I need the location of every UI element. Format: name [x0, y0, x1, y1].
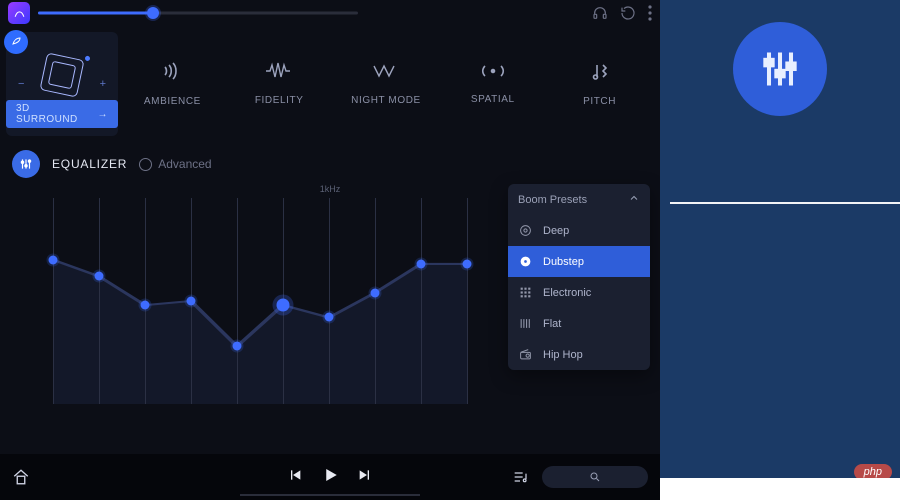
eq-band[interactable]: [53, 198, 54, 404]
top-bar: [0, 0, 660, 26]
preset-item-flat[interactable]: Flat: [508, 308, 650, 339]
right-panel: php: [660, 0, 900, 500]
presets-header[interactable]: Boom Presets: [508, 184, 650, 215]
refresh-icon[interactable]: [620, 5, 636, 21]
playlist-icon[interactable]: [512, 469, 528, 485]
effect-fidelity[interactable]: FIDELITY: [227, 32, 332, 136]
effect-label: AMBIENCE: [144, 96, 201, 107]
effect-spatial[interactable]: SPATIAL: [440, 32, 545, 136]
eq-band[interactable]: [99, 198, 100, 404]
menu-dots-icon[interactable]: [648, 5, 652, 21]
next-track-icon[interactable]: [357, 467, 373, 488]
eq-handle[interactable]: [141, 301, 150, 310]
plus-icon: +: [100, 78, 106, 90]
radio-icon: [518, 348, 533, 361]
preset-item-hip-hop[interactable]: Hip Hop: [508, 339, 650, 370]
cube-icon: [39, 52, 84, 97]
grid-icon: [518, 286, 533, 299]
home-icon[interactable]: [12, 468, 30, 486]
presets-dropdown[interactable]: Boom Presets Deep Dubstep Electronic Flat Hi…: [508, 184, 650, 370]
effect-ambience[interactable]: AMBIENCE: [120, 32, 225, 136]
bars-icon: [518, 317, 533, 330]
minus-icon: −: [18, 78, 24, 90]
footer-box: [660, 478, 900, 500]
prev-track-icon[interactable]: [287, 467, 303, 488]
eq-handle[interactable]: [95, 272, 104, 281]
advanced-toggle[interactable]: Advanced: [139, 157, 211, 171]
presets-title: Boom Presets: [518, 194, 587, 206]
eq-band[interactable]: [237, 198, 238, 404]
effect-label: PITCH: [583, 96, 616, 107]
preset-item-electronic[interactable]: Electronic: [508, 277, 650, 308]
chevron-up-icon: [628, 192, 640, 207]
effect-pitch[interactable]: PITCH: [547, 32, 652, 136]
preset-item-deep[interactable]: Deep: [508, 215, 650, 246]
preset-label: Electronic: [543, 287, 591, 299]
radio-icon: [139, 158, 152, 171]
preset-item-dubstep[interactable]: Dubstep: [508, 246, 650, 277]
feather-icon: [4, 30, 28, 54]
progress-track[interactable]: [240, 494, 420, 496]
equalizer-body: 1kHz Boom Presets Deep Dubstep Electronic F…: [10, 184, 650, 414]
3d-surround-button[interactable]: 3D SURROUND→: [6, 100, 118, 128]
effect-label: FIDELITY: [255, 95, 304, 106]
advanced-label: Advanced: [158, 157, 211, 171]
ambience-icon: [160, 61, 184, 86]
eq-handle[interactable]: [277, 299, 290, 312]
preset-label: Hip Hop: [543, 349, 583, 361]
effects-row: − + 3D SURROUND→ AMBIENCE FIDELITY: [0, 26, 660, 136]
transport-controls: [287, 466, 373, 489]
effect-label: SPATIAL: [471, 94, 515, 105]
headphones-icon[interactable]: [592, 5, 608, 21]
eq-handle[interactable]: [233, 342, 242, 351]
search-icon: [589, 471, 601, 483]
play-icon[interactable]: [321, 466, 339, 489]
equalizer-toggle[interactable]: [12, 150, 40, 178]
eq-handle[interactable]: [49, 255, 58, 264]
eq-band[interactable]: [329, 198, 330, 404]
app-logo-icon: [8, 2, 30, 24]
eq-handle[interactable]: [417, 259, 426, 268]
fidelity-icon: [265, 62, 293, 85]
night-mode-icon: [373, 62, 399, 85]
effect-label: NIGHT MODE: [351, 95, 421, 106]
eq-band[interactable]: [467, 198, 468, 404]
equalizer-title: EQUALIZER: [52, 157, 127, 171]
eq-handle[interactable]: [371, 288, 380, 297]
eq-area[interactable]: [30, 198, 490, 404]
preset-label: Flat: [543, 318, 561, 330]
preset-label: Deep: [543, 225, 569, 237]
disc-icon: [518, 224, 533, 237]
eq-handle[interactable]: [463, 259, 472, 268]
bottom-bar: [0, 454, 660, 500]
preset-label: Dubstep: [543, 256, 584, 268]
effect-3d-surround[interactable]: − + 3D SURROUND→: [6, 32, 118, 136]
spatial-icon: [480, 63, 506, 84]
freq-label: 1kHz: [320, 184, 341, 194]
eq-handle[interactable]: [187, 297, 196, 306]
search-field[interactable]: [542, 466, 648, 488]
equalizer-header: EQUALIZER Advanced: [0, 136, 660, 184]
cd-icon: [518, 255, 533, 268]
effect-night-mode[interactable]: NIGHT MODE: [334, 32, 439, 136]
eq-band[interactable]: [421, 198, 422, 404]
divider: [670, 202, 900, 204]
volume-slider[interactable]: [38, 3, 358, 23]
eq-handle[interactable]: [325, 313, 334, 322]
pitch-icon: [590, 61, 610, 86]
big-equalizer-icon: [733, 22, 827, 116]
main-panel: − + 3D SURROUND→ AMBIENCE FIDELITY: [0, 0, 660, 500]
eq-band[interactable]: [375, 198, 376, 404]
